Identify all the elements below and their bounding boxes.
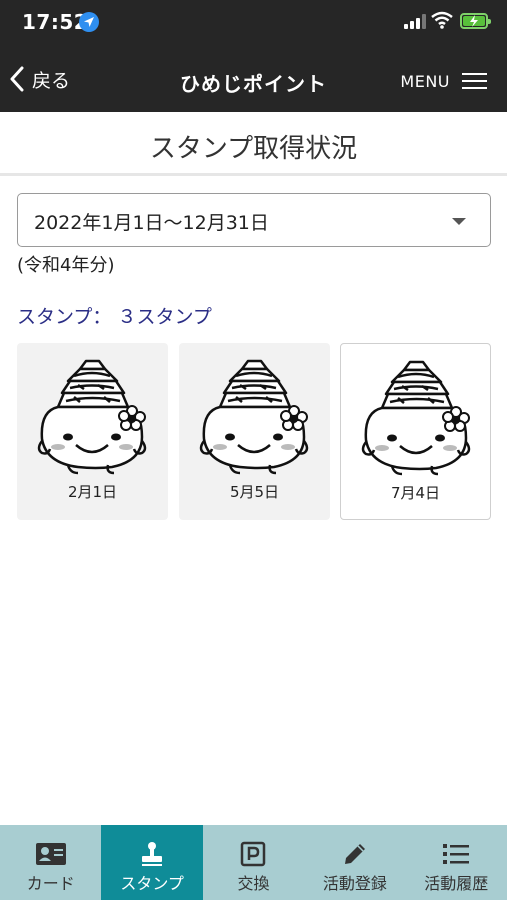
hamburger-icon (462, 68, 487, 94)
period-select[interactable]: 2022年1月1日〜12月31日 (17, 193, 491, 247)
tab-stamp[interactable]: スタンプ (101, 825, 203, 900)
wifi-icon (431, 11, 453, 33)
stamp-card[interactable]: 5月5日 (179, 343, 330, 520)
navigation-bar: 戻る ひめじポイント MENU (0, 46, 507, 112)
tab-card[interactable]: カード (0, 825, 101, 900)
list-icon (406, 840, 507, 868)
menu-label: MENU (400, 71, 450, 91)
stamp-count: スタンプ： ３スタンプ (17, 306, 212, 328)
cellular-signal-icon (404, 14, 426, 29)
stamp-date: 7月4日 (390, 484, 441, 502)
castle-mascot-stamp-icon (37, 359, 147, 475)
menu-button[interactable]: MENU (400, 66, 487, 96)
tab-label: 活動履歴 (424, 874, 489, 893)
tab-label: 交換 (237, 874, 270, 893)
tab-label: スタンプ (120, 874, 184, 893)
status-bar: 17:52 (0, 0, 507, 46)
pencil-icon (304, 840, 405, 868)
location-arrow-icon (79, 12, 99, 32)
stamp-card[interactable]: 2月1日 (17, 343, 168, 520)
stamp-date: 2月1日 (67, 483, 118, 501)
tab-activity-register[interactable]: 活動登録 (304, 825, 405, 900)
period-era-note: (令和4年分) (17, 255, 115, 276)
caret-down-icon (452, 218, 466, 225)
tab-activity-history[interactable]: 活動履歴 (406, 825, 507, 900)
stamp-card[interactable]: 7月4日 (340, 343, 491, 520)
tab-exchange[interactable]: 交換 (203, 825, 304, 900)
parking-p-icon (203, 840, 304, 868)
page-header: スタンプ取得状況 (0, 112, 507, 176)
castle-mascot-stamp-icon (361, 360, 471, 476)
castle-mascot-stamp-icon (199, 359, 309, 475)
stamp-date: 5月5日 (229, 483, 280, 501)
period-select-value: 2022年1月1日〜12月31日 (34, 212, 269, 234)
card-icon (0, 840, 101, 868)
battery-charging-icon (460, 13, 491, 29)
stamp-icon (101, 840, 202, 868)
page-title: スタンプ取得状況 (149, 134, 358, 164)
tab-label: カード (26, 874, 75, 893)
bottom-tab-bar: カード スタンプ 交換 活動登録 活動履歴 (0, 825, 507, 900)
tab-label: 活動登録 (322, 874, 387, 893)
